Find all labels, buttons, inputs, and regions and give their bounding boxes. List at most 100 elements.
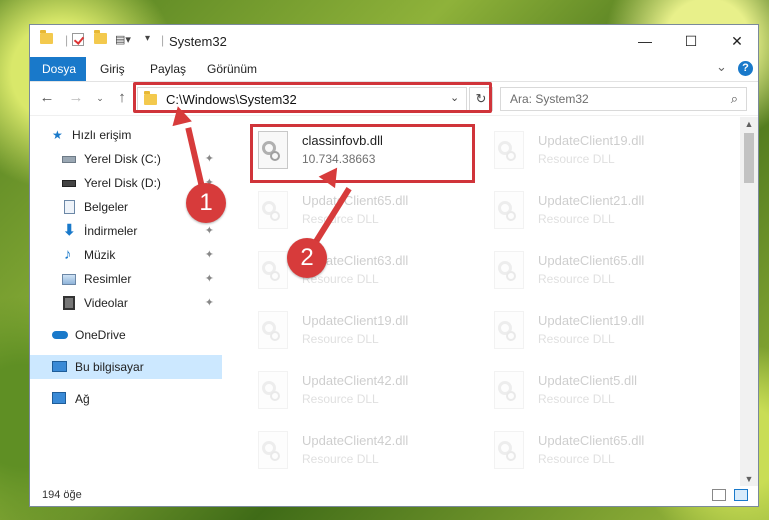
drive-icon: [62, 180, 76, 187]
file-name: UpdateClient19.dll: [538, 313, 645, 328]
sidebar-item-label: OneDrive: [75, 328, 126, 342]
sidebar-item-this-pc[interactable]: Bu bilgisayar: [30, 355, 222, 379]
sidebar-item-label: Yerel Disk (D:): [84, 176, 161, 190]
file-name: UpdateClient42.dll: [302, 373, 409, 388]
music-icon: ♪: [64, 246, 72, 263]
ribbon-expand-icon[interactable]: ⌄: [716, 59, 727, 75]
tab-file[interactable]: Dosya: [30, 57, 86, 81]
file-description: Resource DLL: [538, 272, 615, 286]
dll-file-icon: [258, 251, 288, 289]
search-box[interactable]: Ara: System32 ⌕: [500, 87, 747, 111]
sidebar-item-videos[interactable]: Videolar ✦: [30, 291, 222, 315]
file-item[interactable]: UpdateClient42.dll Resource DLL: [252, 365, 480, 423]
vertical-scrollbar[interactable]: ▲ ▼: [740, 117, 758, 486]
dll-file-icon: [258, 191, 288, 229]
file-description: Resource DLL: [302, 452, 379, 466]
file-name: UpdateClient42.dll: [302, 433, 409, 448]
video-icon: [63, 296, 75, 310]
up-arrow-icon[interactable]: ↑: [114, 90, 130, 106]
address-row: ← → ⌄ ↑ C:\Windows\System32 ⌄ ↻ Ara: Sys…: [30, 82, 758, 116]
file-item[interactable]: UpdateClient65.dll Resource DLL: [488, 425, 716, 483]
forward-arrow-icon[interactable]: →: [68, 90, 84, 106]
dll-file-icon: [494, 431, 524, 469]
title-bar: | ▤▾ ▾ | System32 — ☐ ✕: [30, 25, 758, 57]
cloud-icon: [52, 331, 68, 339]
pin-icon[interactable]: ✦: [205, 243, 214, 267]
file-item[interactable]: UpdateClient19.dll Resource DLL: [252, 305, 480, 363]
tab-share[interactable]: Paylaş: [138, 57, 198, 81]
sidebar-item-network[interactable]: Ağ: [30, 387, 222, 411]
file-item[interactable]: UpdateClient65.dll Resource DLL: [252, 185, 480, 243]
dll-file-icon: [494, 371, 524, 409]
minimize-button[interactable]: —: [622, 25, 668, 57]
file-item[interactable]: UpdateClient21.dll Resource DLL: [488, 185, 716, 243]
search-placeholder: Ara: System32: [510, 92, 589, 106]
sidebar-item-onedrive[interactable]: OneDrive: [30, 323, 222, 347]
search-icon[interactable]: ⌕: [731, 91, 738, 107]
sidebar-item-label: Videolar: [84, 296, 128, 310]
toolbar-dropdown-icon[interactable]: ▾: [145, 33, 150, 44]
scroll-up-icon[interactable]: ▲: [740, 117, 758, 131]
customize-toolbar-icon[interactable]: ▤▾: [115, 33, 131, 46]
help-icon[interactable]: ?: [738, 61, 753, 76]
close-button[interactable]: ✕: [714, 25, 760, 57]
dll-file-icon: [494, 311, 524, 349]
network-icon: [52, 392, 66, 404]
properties-check-icon[interactable]: [72, 33, 84, 46]
computer-icon: [52, 361, 67, 372]
recent-locations-chevron-icon[interactable]: ⌄: [92, 90, 108, 106]
sidebar-item-label: Bu bilgisayar: [75, 360, 144, 374]
sidebar-item-downloads[interactable]: ⬇ İndirmeler ✦: [30, 219, 222, 243]
file-name: UpdateClient19.dll: [538, 133, 645, 148]
back-arrow-icon[interactable]: ←: [39, 90, 55, 106]
file-description: Resource DLL: [302, 332, 379, 346]
file-name: UpdateClient19.dll: [302, 313, 409, 328]
file-item[interactable]: UpdateClient63.dll Resource DLL: [252, 245, 480, 303]
details-view-icon[interactable]: [712, 489, 726, 501]
step-1-badge: 1: [186, 183, 226, 223]
sidebar-item-pictures[interactable]: Resimler ✦: [30, 267, 222, 291]
maximize-button[interactable]: ☐: [668, 25, 714, 57]
toolbar-separator: |: [65, 33, 69, 47]
sidebar-item-label: Belgeler: [84, 200, 129, 214]
step-2-badge: 2: [287, 238, 327, 278]
pin-icon[interactable]: ✦: [205, 267, 214, 291]
tab-home[interactable]: Giriş: [88, 57, 137, 81]
dll-file-icon: [258, 371, 288, 409]
sidebar-item-label: Hızlı erişim: [72, 128, 132, 142]
drive-icon: [62, 156, 76, 163]
dll-file-icon: [258, 311, 288, 349]
pin-icon[interactable]: ✦: [205, 147, 214, 171]
pin-icon[interactable]: ✦: [205, 291, 214, 315]
ribbon-tabs: Dosya Giriş Paylaş Görünüm ⌄ ?: [30, 57, 758, 82]
dll-file-icon: [494, 191, 524, 229]
tab-view[interactable]: Görünüm: [195, 57, 269, 81]
pictures-icon: [62, 274, 76, 285]
file-description: Resource DLL: [538, 452, 615, 466]
file-name: UpdateClient5.dll: [538, 373, 638, 388]
file-item[interactable]: UpdateClient19.dll Resource DLL: [488, 125, 716, 183]
file-name: UpdateClient65.dll: [538, 433, 645, 448]
file-item[interactable]: UpdateClient5.dll Resource DLL: [488, 365, 716, 423]
file-item[interactable]: UpdateClient42.dll Resource DLL: [252, 425, 480, 483]
explorer-window: | ▤▾ ▾ | System32 — ☐ ✕ Dosya Giriş Payl…: [29, 24, 759, 507]
file-description: Resource DLL: [302, 392, 379, 406]
file-name: UpdateClient21.dll: [538, 193, 645, 208]
file-list: classinfovb.dll 10.734.38663 UpdateClien…: [226, 117, 740, 486]
download-icon: ⬇: [63, 222, 76, 239]
file-item[interactable]: UpdateClient65.dll Resource DLL: [488, 245, 716, 303]
sidebar-item-music[interactable]: ♪ Müzik ✦: [30, 243, 222, 267]
scroll-down-icon[interactable]: ▼: [740, 472, 758, 486]
sidebar-item-label: İndirmeler: [84, 224, 138, 238]
sidebar-item-label: Resimler: [84, 272, 132, 286]
file-item[interactable]: UpdateClient19.dll Resource DLL: [488, 305, 716, 363]
title-separator: |: [161, 33, 165, 47]
file-description: Resource DLL: [538, 392, 615, 406]
sidebar-item-label: Müzik: [84, 248, 116, 262]
tiles-view-icon[interactable]: [734, 489, 748, 501]
file-description: Resource DLL: [302, 212, 379, 226]
dll-file-icon: [494, 131, 524, 169]
scroll-thumb[interactable]: [744, 133, 754, 183]
quick-access-folder-icon[interactable]: [40, 30, 53, 44]
new-folder-icon[interactable]: [94, 30, 107, 44]
